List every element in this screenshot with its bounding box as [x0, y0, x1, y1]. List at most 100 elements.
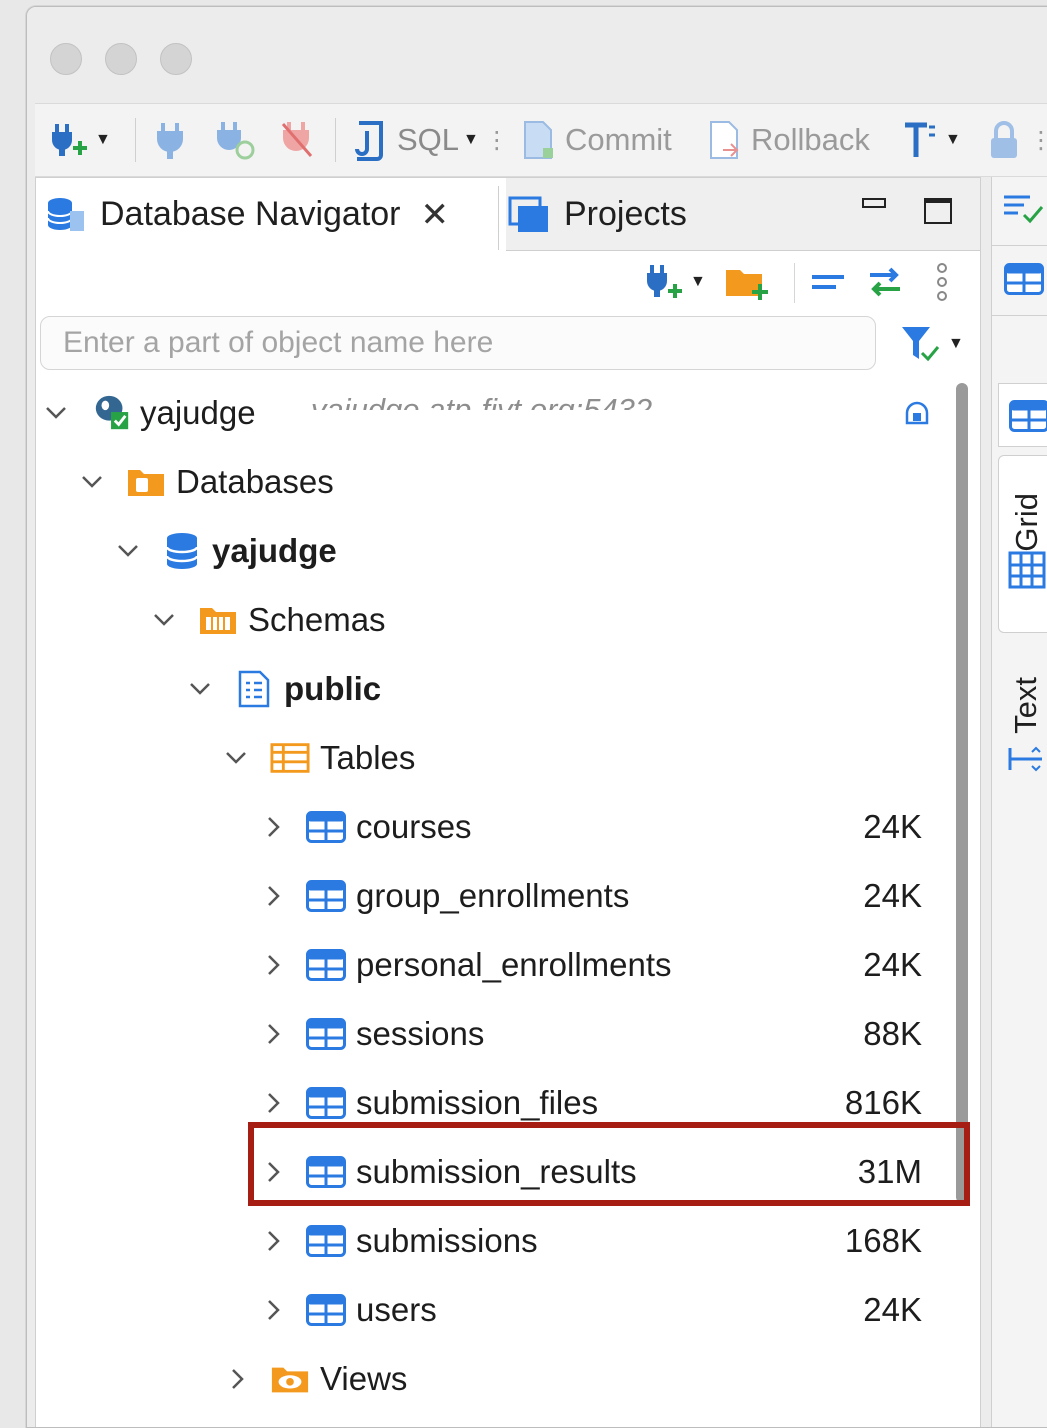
chevron-down-icon[interactable]: ▼	[463, 131, 479, 149]
table-icon	[1004, 263, 1044, 295]
tab-grid[interactable]: Grid	[998, 455, 1047, 633]
chevron-right-icon[interactable]	[262, 1022, 286, 1046]
table-name: users	[356, 1291, 437, 1329]
collapse-all-button[interactable]	[808, 261, 848, 303]
transaction-mode-icon	[901, 119, 941, 161]
text-tab-label: Text	[1008, 677, 1044, 734]
table-size: 168K	[845, 1222, 922, 1260]
chevron-right-icon[interactable]	[262, 953, 286, 977]
close-icon[interactable]: ✕	[421, 195, 450, 235]
table-icon	[306, 1014, 346, 1054]
format-button[interactable]	[1000, 191, 1044, 230]
chevron-down-icon[interactable]	[44, 401, 68, 425]
tab-text[interactable]: Text	[998, 663, 1047, 793]
maximize-view-icon[interactable]	[924, 198, 952, 224]
reconnect-button[interactable]	[213, 104, 257, 176]
new-connection-button[interactable]: ▼	[642, 261, 706, 303]
chevron-right-icon[interactable]	[226, 1367, 250, 1391]
tree-node-databases[interactable]: Databases	[36, 447, 936, 516]
commit-button[interactable]: Commit	[521, 104, 672, 176]
new-connection-button[interactable]: ▼	[47, 104, 111, 176]
chevron-right-icon[interactable]	[262, 1091, 286, 1115]
rollback-button[interactable]: Rollback	[707, 104, 870, 176]
tree-node-database[interactable]: yajudge	[36, 516, 936, 585]
chevron-down-icon[interactable]	[80, 470, 104, 494]
tables-folder-icon	[270, 738, 310, 778]
table-size: 24K	[863, 1291, 922, 1329]
filter-button[interactable]: ▼	[900, 322, 964, 366]
zoom-window-button[interactable]	[160, 43, 192, 75]
table-view-button[interactable]	[1004, 263, 1044, 300]
table-row[interactable]: courses 24K	[36, 792, 936, 861]
table-name: group_enrollments	[356, 877, 629, 915]
table-icon	[306, 1152, 346, 1192]
sql-editor-button[interactable]: SQL ▼ ⋮	[351, 104, 509, 176]
tab-divider	[498, 186, 499, 250]
chevron-down-icon[interactable]: ▼	[948, 335, 964, 353]
database-label: yajudge	[212, 532, 337, 570]
database-navigator-icon	[44, 195, 88, 235]
close-window-button[interactable]	[50, 43, 82, 75]
chevron-down-icon[interactable]	[152, 608, 176, 632]
table-size: 24K	[863, 946, 922, 984]
chevron-down-icon[interactable]: ▼	[945, 131, 961, 149]
table-row-highlighted[interactable]: submission_results 31M	[36, 1137, 936, 1206]
minimize-view-icon[interactable]	[862, 198, 886, 208]
tree-node-views[interactable]: Views	[36, 1344, 936, 1413]
collapse-all-icon	[808, 267, 848, 297]
table-row[interactable]: users 24K	[36, 1275, 936, 1344]
main-toolbar: ▼	[35, 103, 1047, 177]
connection-label: yajudge	[140, 394, 256, 432]
chevron-down-icon[interactable]: ▼	[690, 273, 706, 291]
tree-node-schema[interactable]: public	[36, 654, 936, 723]
app-window: ▼	[26, 6, 1047, 1428]
chevron-down-icon[interactable]	[224, 746, 248, 770]
filter-icon	[900, 323, 944, 365]
navigator-toolbar: ▼	[36, 251, 980, 313]
chevron-right-icon[interactable]	[262, 815, 286, 839]
postgresql-connection-icon	[92, 393, 132, 433]
plug-add-icon	[47, 118, 91, 162]
new-folder-button[interactable]	[724, 261, 770, 303]
table-row[interactable]: submission_files 816K	[36, 1068, 936, 1137]
tree-node-schemas[interactable]: Schemas	[36, 585, 936, 654]
minimize-window-button[interactable]	[105, 43, 137, 75]
table-tab-button[interactable]	[998, 383, 1047, 447]
databases-folder-icon	[126, 462, 166, 502]
chevron-down-icon[interactable]	[116, 539, 140, 563]
chevron-right-icon[interactable]	[262, 884, 286, 908]
folder-add-icon	[724, 262, 770, 302]
table-name: personal_enrollments	[356, 946, 672, 984]
table-row[interactable]: group_enrollments 24K	[36, 861, 936, 930]
chevron-down-icon[interactable]: ▼	[95, 131, 111, 149]
tree-node-connection[interactable]: yajudge - yajudge.atp-fivt.org:5432	[36, 378, 936, 447]
disconnect-button[interactable]	[277, 104, 317, 176]
connect-button[interactable]	[153, 104, 189, 176]
table-row[interactable]: submissions 168K	[36, 1206, 936, 1275]
link-with-editor-button[interactable]	[864, 261, 906, 303]
toolbar-separator	[794, 263, 795, 303]
title-bar	[27, 7, 1047, 97]
chevron-right-icon[interactable]	[262, 1298, 286, 1322]
strip-divider	[992, 245, 1047, 246]
table-size: 88K	[863, 1015, 922, 1053]
object-name-search-input[interactable]	[40, 316, 876, 370]
table-row[interactable]: personal_enrollments 24K	[36, 930, 936, 999]
lock-button[interactable]: ⋮	[987, 104, 1047, 176]
tab-database-navigator[interactable]: Database Navigator ✕	[36, 178, 506, 251]
table-row[interactable]: sessions 88K	[36, 999, 936, 1068]
lock-icon	[987, 120, 1021, 160]
schemas-label: Schemas	[248, 601, 386, 639]
view-menu-button[interactable]	[934, 261, 950, 303]
chevron-down-icon[interactable]	[188, 677, 212, 701]
table-icon	[306, 945, 346, 985]
toolbar-separator	[335, 118, 336, 162]
table-size: 24K	[863, 877, 922, 915]
tree-node-tables[interactable]: Tables	[36, 723, 936, 792]
tree-scrollbar[interactable]	[956, 383, 968, 1203]
chevron-right-icon[interactable]	[262, 1229, 286, 1253]
chevron-right-icon[interactable]	[262, 1160, 286, 1184]
tab-projects[interactable]: Projects	[508, 178, 687, 250]
transaction-mode-button[interactable]: ▼	[901, 104, 961, 176]
text-cursor-icon	[1006, 744, 1046, 774]
